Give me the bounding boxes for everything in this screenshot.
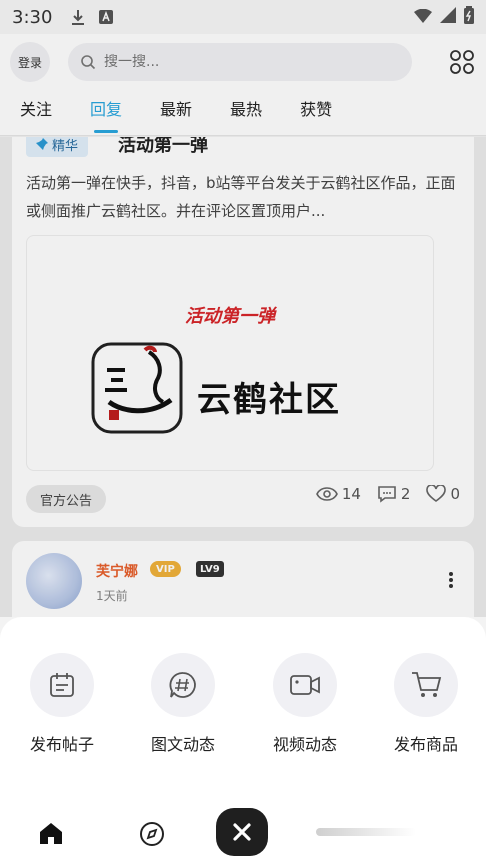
signal-icon [440, 7, 456, 27]
close-sheet-button[interactable] [216, 808, 268, 856]
action-circle [30, 653, 94, 717]
more-vertical-icon[interactable] [448, 571, 454, 589]
nav-fade-placeholder [316, 828, 416, 836]
bottom-nav [0, 800, 486, 864]
home-icon[interactable] [38, 820, 64, 846]
post-image[interactable]: 活动第一弹 云鹤社区 [26, 235, 434, 471]
search-icon [81, 55, 96, 70]
search-input[interactable] [104, 54, 384, 70]
comments-count: 2 [400, 485, 411, 503]
comment-icon [378, 486, 396, 503]
tab-latest[interactable]: 最新 [160, 90, 192, 135]
notification-a-icon [98, 9, 114, 25]
action-circle [273, 653, 337, 717]
image-text-action[interactable]: 图文动态 [133, 653, 233, 755]
eye-icon [315, 487, 338, 501]
video-icon [290, 675, 320, 695]
top-bar: 登录 [0, 34, 486, 90]
cart-icon [412, 672, 442, 697]
publish-post-action[interactable]: 发布帖子 [12, 653, 112, 755]
hashtag-icon [169, 672, 196, 698]
publish-sheet: 发布帖子 图文动态 视频动态 发布商品 [0, 617, 486, 864]
post-body[interactable]: 活动第一弹在快手，抖音，b站等平台发关于云鹤社区作品，正面或侧面推广云鹤社区。并… [26, 169, 462, 225]
avatar[interactable] [26, 553, 82, 609]
tab-liked[interactable]: 获赞 [300, 90, 332, 135]
views-stat[interactable]: 14 [315, 485, 361, 503]
username[interactable]: 芙宁娜 [96, 561, 138, 581]
post-title[interactable]: 活动第一弹 [118, 137, 208, 157]
views-count: 14 [341, 485, 361, 503]
calendar-icon [50, 673, 74, 697]
tab-replies[interactable]: 回复 [90, 90, 122, 135]
action-label: 发布商品 [393, 735, 458, 754]
post-feed: 精华 活动第一弹 活动第一弹在快手，抖音，b站等平台发关于云鹤社区作品，正面或侧… [0, 137, 486, 617]
compass-icon[interactable] [138, 820, 166, 848]
publish-product-action[interactable]: 发布商品 [376, 653, 476, 755]
action-label: 视频动态 [272, 735, 337, 754]
image-caption: 活动第一弹 [185, 306, 275, 327]
battery-icon [464, 6, 474, 28]
crane-logo-icon [91, 342, 183, 434]
post-stats: 14 2 0 [315, 485, 460, 503]
apps-grid-icon[interactable] [448, 48, 476, 76]
tab-follow[interactable]: 关注 [20, 90, 52, 135]
wifi-icon [414, 8, 432, 27]
heart-icon [426, 485, 447, 502]
status-bar: 3:30 [0, 0, 486, 34]
pin-icon [36, 138, 48, 150]
tag-badge[interactable]: 官方公告 [26, 485, 107, 513]
post-time: 1天前 [96, 589, 128, 603]
likes-stat[interactable]: 0 [426, 485, 460, 503]
comments-stat[interactable]: 2 [377, 485, 411, 503]
essence-label: 精华 [52, 138, 79, 154]
search-bar[interactable] [68, 43, 412, 81]
essence-badge: 精华 [26, 137, 89, 157]
action-label: 发布帖子 [29, 735, 94, 754]
feed-tabs: 关注 回复 最新 最热 获赞 [0, 90, 486, 136]
action-circle [394, 653, 458, 717]
level-badge: LV9 [196, 561, 224, 577]
action-circle [151, 653, 215, 717]
status-time: 3:30 [12, 6, 53, 28]
vip-badge: VIP [150, 561, 181, 577]
login-button[interactable]: 登录 [10, 42, 50, 82]
action-label: 图文动态 [150, 735, 215, 754]
download-icon [70, 9, 86, 25]
video-action[interactable]: 视频动态 [255, 653, 355, 755]
likes-count: 0 [450, 485, 460, 503]
post-card-2[interactable]: 芙宁娜 VIP LV9 1天前 [12, 541, 474, 617]
tab-hottest[interactable]: 最热 [230, 90, 262, 135]
close-icon [233, 823, 251, 841]
logo-text: 云鹤社区 [197, 380, 341, 420]
post-card[interactable]: 精华 活动第一弹 活动第一弹在快手，抖音，b站等平台发关于云鹤社区作品，正面或侧… [12, 137, 474, 527]
